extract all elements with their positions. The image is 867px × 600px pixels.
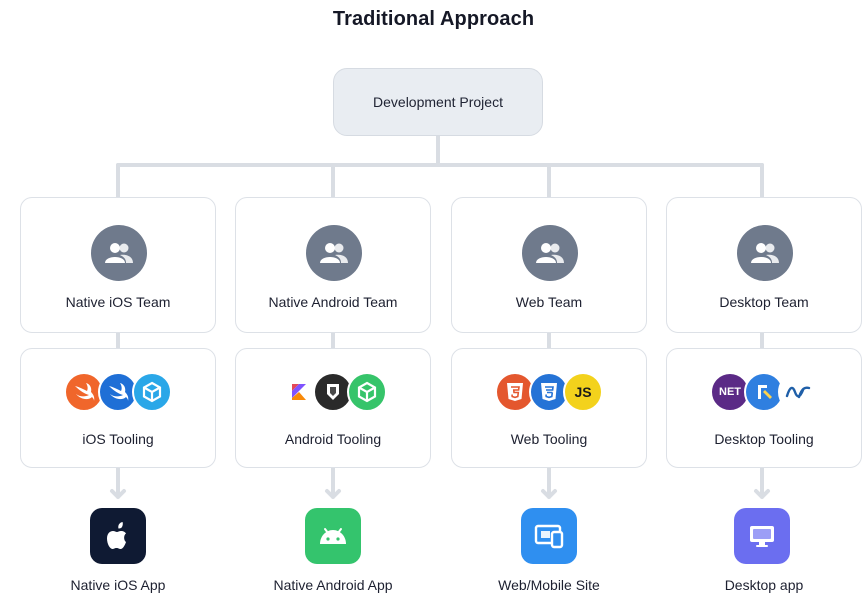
development-project-label: Development Project — [373, 94, 503, 110]
team-card-android: Native Android Team — [235, 197, 431, 333]
tool-logos: NET — [667, 371, 861, 413]
development-project-node: Development Project — [333, 68, 543, 136]
tool-app-arrow-3 — [754, 466, 770, 499]
web-app-icon — [521, 508, 577, 564]
xcode-cube-icon — [132, 372, 172, 412]
tool-app-arrow-1 — [325, 466, 341, 499]
tool-app-arrow-0 — [110, 466, 126, 499]
team-label: Native iOS Team — [65, 294, 171, 310]
team-label: Native Android Team — [268, 294, 398, 310]
tooling-card-web: JS Web Tooling — [451, 348, 647, 468]
team-label: Desktop Team — [719, 294, 809, 310]
tooling-card-desktop: NET Desktop Tooling — [666, 348, 862, 468]
team-group-icon — [91, 225, 147, 281]
electron-logo-icon — [778, 372, 818, 412]
tool-logos: JS — [452, 371, 646, 413]
app-label-ios: Native iOS App — [70, 577, 166, 593]
team-group-icon — [522, 225, 578, 281]
ios-app-icon — [90, 508, 146, 564]
tooling-label: iOS Tooling — [82, 431, 154, 447]
tooling-label: Android Tooling — [284, 431, 382, 447]
team-group-icon — [306, 225, 362, 281]
dotnet-logo-text: NET — [719, 386, 741, 398]
team-card-web: Web Team — [451, 197, 647, 333]
tooling-card-ios: iOS Tooling — [20, 348, 216, 468]
tooling-label: Desktop Tooling — [714, 431, 814, 447]
team-group-icon — [737, 225, 793, 281]
tool-logos — [21, 371, 215, 413]
js-logo-text: JS — [574, 384, 592, 400]
team-card-desktop: Desktop Team — [666, 197, 862, 333]
js-logo-icon: JS — [563, 372, 603, 412]
tool-logos — [236, 371, 430, 413]
team-card-ios: Native iOS Team — [20, 197, 216, 333]
team-label: Web Team — [515, 294, 583, 310]
android-cube-icon — [347, 372, 387, 412]
desktop-app-icon — [734, 508, 790, 564]
tooling-label: Web Tooling — [510, 431, 588, 447]
android-app-icon — [305, 508, 361, 564]
app-label-web: Web/Mobile Site — [498, 577, 600, 593]
app-label-desktop: Desktop app — [724, 577, 804, 593]
tool-app-arrow-2 — [541, 466, 557, 499]
app-label-android: Native Android App — [273, 577, 393, 593]
tooling-card-android: Android Tooling — [235, 348, 431, 468]
